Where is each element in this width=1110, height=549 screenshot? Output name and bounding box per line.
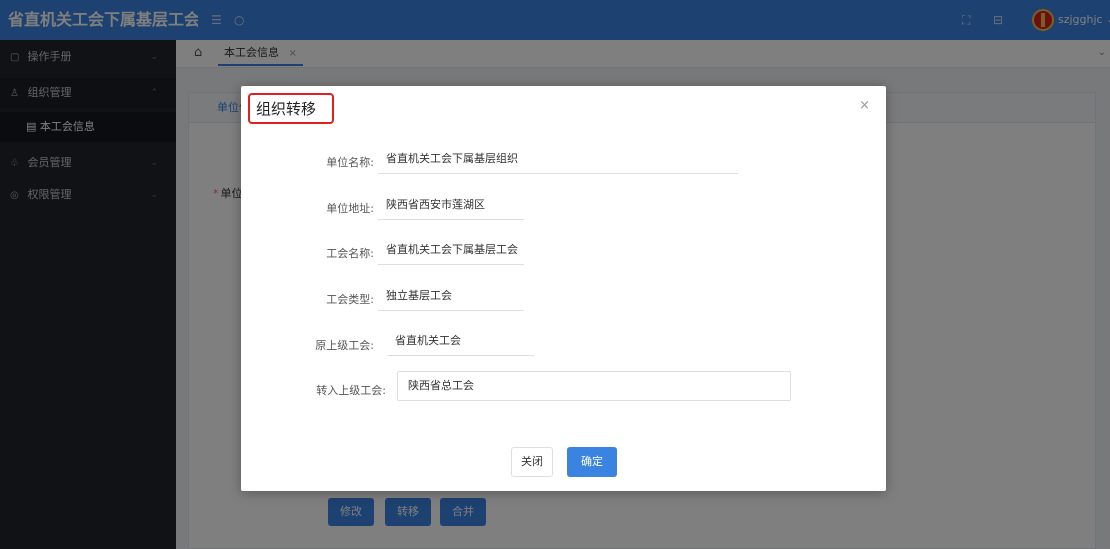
cancel-button[interactable]: 关闭	[511, 447, 553, 477]
transfer-dialog: 组织转移 × 单位名称: 省直机关工会下属基层组织 单位地址: 陕西省西安市莲湖…	[241, 86, 886, 491]
close-icon[interactable]: ×	[859, 98, 870, 113]
field-label-target-parent: 转入上级工会:	[316, 384, 386, 397]
field-value-original-parent: 省直机关工会	[387, 332, 534, 356]
confirm-button[interactable]: 确定	[567, 447, 617, 477]
field-label-union-name: 工会名称:	[326, 247, 374, 260]
field-label-union-type: 工会类型:	[326, 293, 374, 306]
dialog-title: 组织转移	[256, 100, 317, 118]
field-value-unit-address: 陕西省西安市莲湖区	[378, 196, 524, 220]
field-value-union-name: 省直机关工会下属基层工会	[378, 241, 524, 265]
field-label-unit-name: 单位名称:	[326, 156, 374, 169]
field-value-unit-name: 省直机关工会下属基层组织	[378, 150, 738, 174]
field-label-original-parent: 原上级工会:	[315, 339, 374, 352]
field-value-union-type: 独立基层工会	[378, 287, 524, 311]
field-label-unit-address: 单位地址:	[326, 202, 374, 215]
target-parent-input[interactable]: 陕西省总工会	[397, 371, 791, 401]
